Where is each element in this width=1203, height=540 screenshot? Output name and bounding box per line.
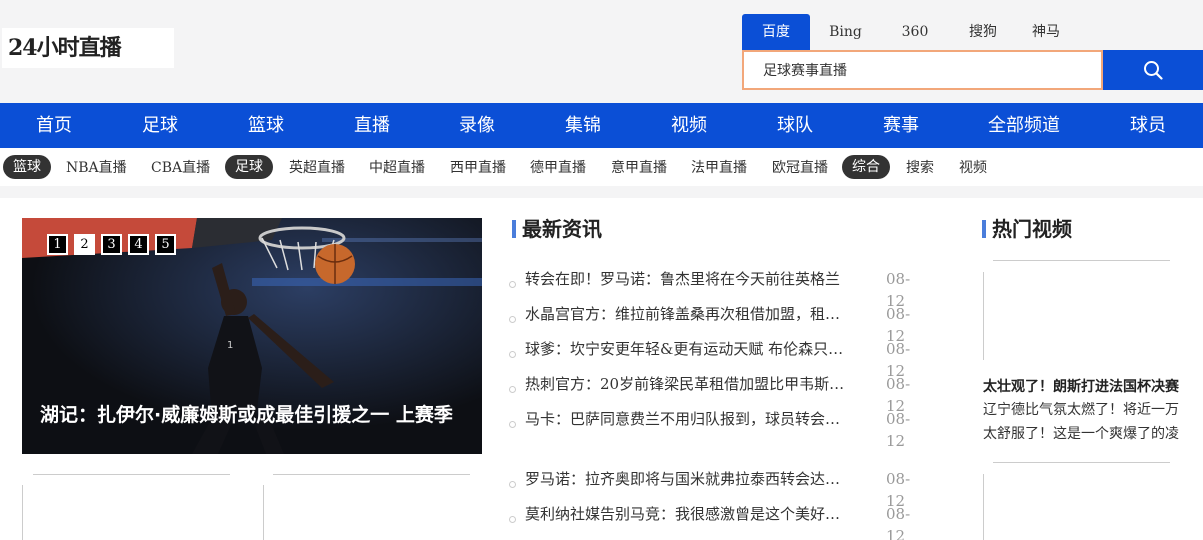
subnav-video[interactable]: 视频 xyxy=(959,156,987,180)
hot-video-title[interactable]: 太壮观了！朗斯打进法国杯决赛 xyxy=(983,376,1188,396)
video-thumb-1[interactable] xyxy=(22,474,230,540)
video-thumb-border[interactable] xyxy=(983,474,984,540)
subnav-seriea[interactable]: 意甲直播 xyxy=(611,156,667,180)
nav-video[interactable]: 视频 xyxy=(671,103,707,148)
nav-players[interactable]: 球员 xyxy=(1130,103,1166,148)
nav-highlights[interactable]: 集锦 xyxy=(565,103,601,148)
slider-page-1[interactable]: 1 xyxy=(47,234,68,255)
bullet-icon xyxy=(509,516,516,523)
news-title[interactable]: 球爹：坎宁安更年轻&更有运动天赋 布伦森只是更 xyxy=(525,338,845,360)
news-item[interactable]: 马卡：巴萨同意费兰不用归队报到，球员转会瓦伦 08-12 xyxy=(508,408,928,450)
nav-football[interactable]: 足球 xyxy=(142,103,178,148)
bullet-icon xyxy=(509,481,516,488)
site-logo[interactable]: 24小时直播 xyxy=(2,28,174,68)
slider-page-4[interactable]: 4 xyxy=(128,234,149,255)
news-title[interactable]: 水晶宫官方：维拉前锋盖桑再次租借加盟，租借至 xyxy=(525,303,845,325)
video-thumb-border[interactable] xyxy=(983,272,984,360)
slider-pagination: 1 2 3 4 5 xyxy=(47,234,182,255)
subnav-search[interactable]: 搜索 xyxy=(906,156,934,180)
engine-tab-360[interactable]: 360 xyxy=(881,14,949,50)
thumb-divider xyxy=(263,485,264,540)
news-item[interactable]: 转会在即！罗马诺：鲁杰里将在今天前往英格兰 08-12 xyxy=(508,268,928,310)
slider-page-3[interactable]: 3 xyxy=(101,234,122,255)
featured-slider[interactable]: 1 1 2 3 4 5 湖记：扎伊尔·威廉姆斯或成最佳引援之一 上赛季 xyxy=(22,218,482,454)
nav-home[interactable]: 首页 xyxy=(36,103,72,148)
news-date: 08-12 xyxy=(886,410,911,450)
subnav-csl[interactable]: 中超直播 xyxy=(369,156,425,180)
slider-page-2[interactable]: 2 xyxy=(74,234,95,255)
news-date: 08-12 xyxy=(886,505,911,540)
subnav-tag-football[interactable]: 足球 xyxy=(225,155,273,179)
news-title[interactable]: 莫利纳社媒告别马竞：我很感激曾是这个美好家庭 xyxy=(525,503,845,525)
header: 24小时直播 百度 Bing 360 搜狗 神马 xyxy=(0,0,1203,103)
nav-replay[interactable]: 录像 xyxy=(459,103,495,148)
nav-all-channels[interactable]: 全部频道 xyxy=(988,103,1060,148)
hot-video-desc: 辽宁德比气氛太燃了！将近一万太舒服了！这是一个爽爆了的凌晨 xyxy=(983,402,1179,442)
latest-news-title: 最新资讯 xyxy=(512,218,602,240)
video-thumb-2[interactable] xyxy=(263,474,470,540)
engine-tab-baidu[interactable]: 百度 xyxy=(742,14,810,50)
slider-page-5[interactable]: 5 xyxy=(155,234,176,255)
news-item[interactable]: 球爹：坎宁安更年轻&更有运动天赋 布伦森只是更 08-12 xyxy=(508,338,928,380)
sub-nav: 篮球 NBA直播 CBA直播 足球 英超直播 中超直播 西甲直播 德甲直播 意甲… xyxy=(0,148,1203,186)
slide-caption[interactable]: 湖记：扎伊尔·威廉姆斯或成最佳引援之一 上赛季 xyxy=(40,400,470,427)
search-button[interactable] xyxy=(1103,50,1203,90)
bullet-icon xyxy=(509,281,516,288)
news-item[interactable]: 水晶宫官方：维拉前锋盖桑再次租借加盟，租借至 08-12 xyxy=(508,303,928,345)
subnav-laliga[interactable]: 西甲直播 xyxy=(450,156,506,180)
svg-text:1: 1 xyxy=(227,340,233,351)
news-title[interactable]: 罗马诺：拉齐奥即将与国米就弗拉泰西转会达成协议 xyxy=(525,468,845,490)
bullet-icon xyxy=(509,316,516,323)
subnav-tag-basketball[interactable]: 篮球 xyxy=(3,155,51,179)
subnav-nba[interactable]: NBA直播 xyxy=(66,156,127,180)
thumb-divider xyxy=(22,485,23,540)
news-title[interactable]: 热刺官方：20岁前锋梁民革租借加盟比甲韦斯特洛 xyxy=(525,373,845,395)
engine-tab-shenma[interactable]: 神马 xyxy=(1017,14,1075,50)
bullet-icon xyxy=(509,351,516,358)
subnav-tag-general[interactable]: 综合 xyxy=(842,155,890,179)
nav-teams[interactable]: 球队 xyxy=(777,103,813,148)
bullet-icon xyxy=(509,421,516,428)
main-nav: 首页 足球 篮球 直播 录像 集锦 视频 球队 赛事 全部频道 球员 xyxy=(0,103,1203,148)
news-title[interactable]: 马卡：巴萨同意费兰不用归队报到，球员转会瓦伦 xyxy=(525,408,845,430)
search-input[interactable] xyxy=(742,50,1103,90)
nav-events[interactable]: 赛事 xyxy=(883,103,919,148)
engine-tab-sogou[interactable]: 搜狗 xyxy=(949,14,1017,50)
search-icon xyxy=(1144,61,1163,80)
divider xyxy=(993,462,1170,463)
nav-live[interactable]: 直播 xyxy=(354,103,390,148)
engine-tab-bing[interactable]: Bing xyxy=(810,14,881,50)
subnav-cba[interactable]: CBA直播 xyxy=(151,156,210,180)
divider xyxy=(993,260,1170,261)
hot-videos-title: 热门视频 xyxy=(982,218,1072,240)
content-area: 1 1 2 3 4 5 湖记：扎伊尔·威廉姆斯或成最佳引援之一 上赛季 最新资讯… xyxy=(0,198,1203,540)
subnav-ligue1[interactable]: 法甲直播 xyxy=(691,156,747,180)
bullet-icon xyxy=(509,386,516,393)
news-item[interactable]: 罗马诺：拉齐奥即将与国米就弗拉泰西转会达成协议 08-12 xyxy=(508,468,928,510)
search-engine-tabs: 百度 Bing 360 搜狗 神马 xyxy=(742,14,1075,50)
news-title[interactable]: 转会在即！罗马诺：鲁杰里将在今天前往英格兰 xyxy=(525,268,845,290)
news-item[interactable]: 热刺官方：20岁前锋梁民革租借加盟比甲韦斯特洛 08-12 xyxy=(508,373,928,415)
subnav-epl[interactable]: 英超直播 xyxy=(289,156,345,180)
news-item[interactable]: 莫利纳社媒告别马竞：我很感激曾是这个美好家庭 08-12 xyxy=(508,503,928,540)
subnav-bundesliga[interactable]: 德甲直播 xyxy=(530,156,586,180)
subnav-ucl[interactable]: 欧冠直播 xyxy=(772,156,828,180)
nav-basketball[interactable]: 篮球 xyxy=(248,103,284,148)
